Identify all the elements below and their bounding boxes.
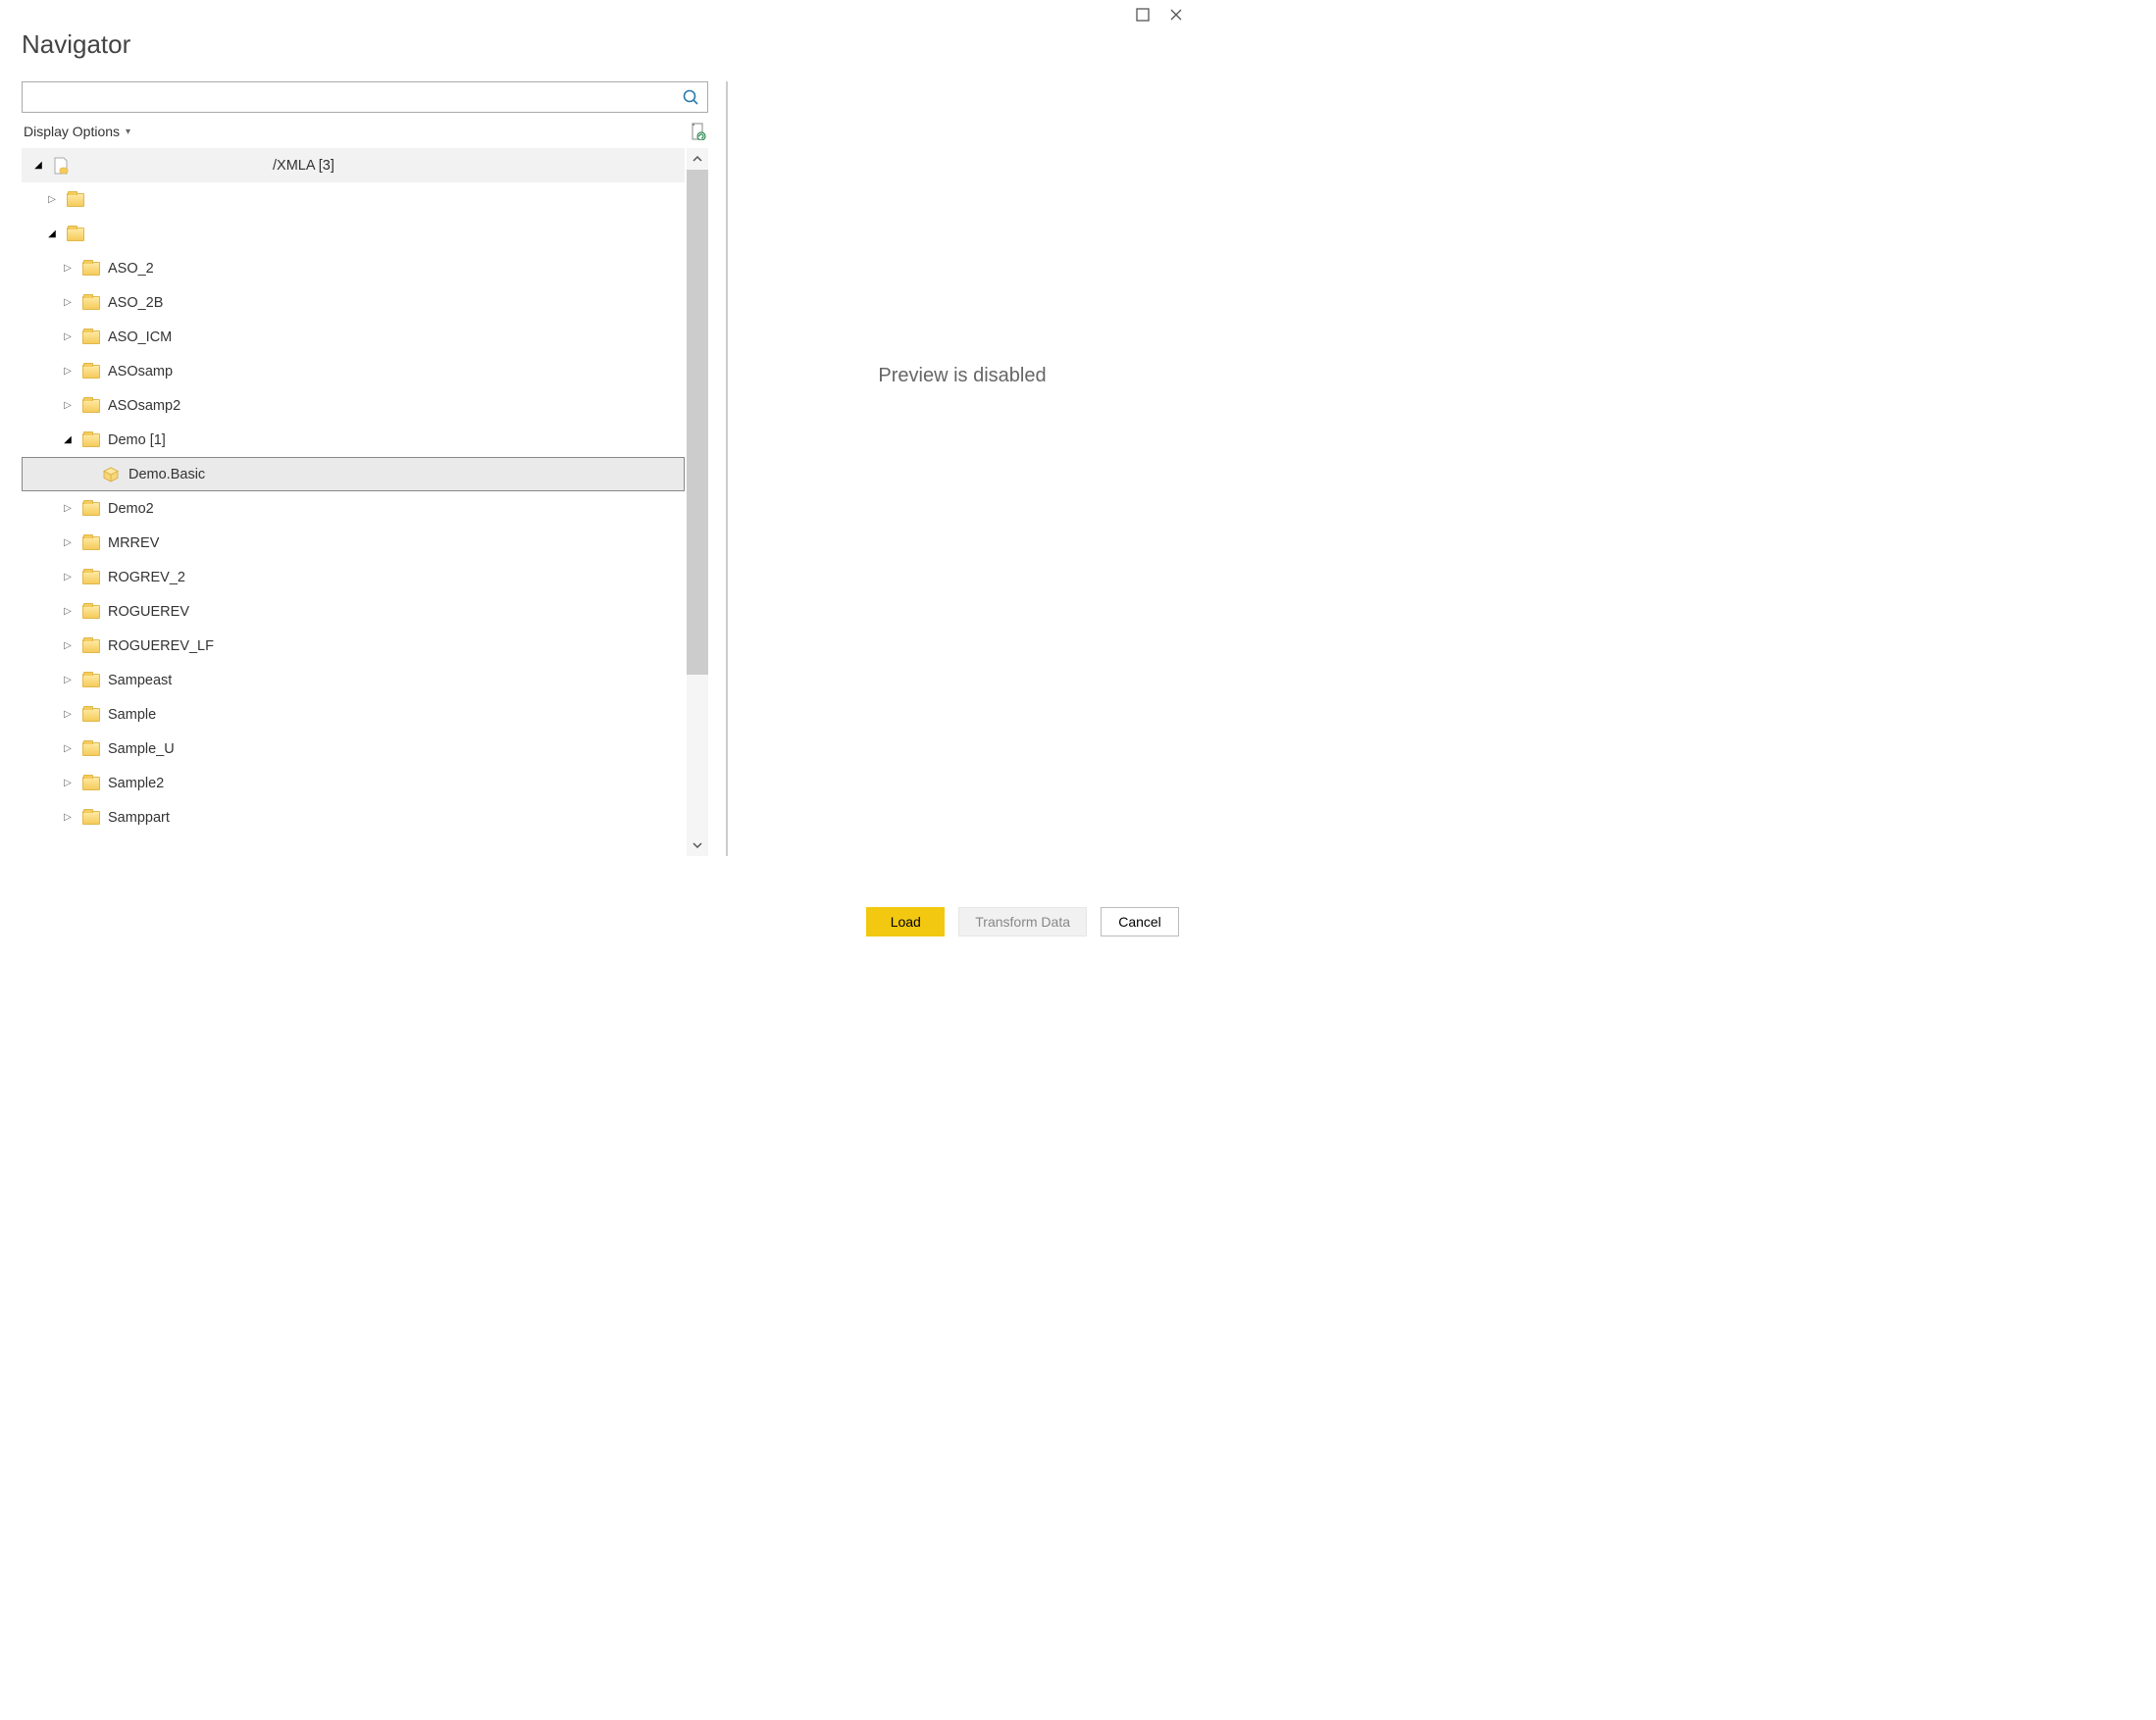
expander-icon[interactable] [61,709,75,720]
search-box[interactable] [22,81,708,113]
tree-item-label: Sample2 [108,776,164,791]
folder-icon [82,777,100,790]
tree-item[interactable]: MRREV [22,526,685,560]
tree-item-label: Samppart [108,810,170,826]
close-icon[interactable] [1169,8,1183,22]
tree-item[interactable]: ASO_ICM [22,320,685,354]
transform-data-button: Transform Data [958,907,1087,936]
tree-item-label: Sample_U [108,741,175,757]
folder-icon [82,330,100,344]
expander-icon[interactable] [61,778,75,788]
tree-item[interactable] [22,182,685,217]
search-icon[interactable] [682,88,699,106]
folder-icon [82,674,100,687]
tree-item[interactable]: Sample2 [22,766,685,800]
folder-icon [82,262,100,276]
expander-icon[interactable] [61,743,75,754]
tree-item-label: ROGUEREV_LF [108,638,214,654]
tree-item-label: ASO_ICM [108,329,172,345]
tree-item[interactable]: Sampeast [22,663,685,697]
tree-item-label: Demo.Basic [128,467,205,482]
tree-item[interactable]: ASOsamp2 [22,388,685,423]
expander-icon[interactable] [61,606,75,617]
folder-icon [82,605,100,619]
folder-icon [82,399,100,413]
preview-pane: Preview is disabled [745,81,1179,856]
expander-icon[interactable] [45,194,59,205]
tree-item-label: ROGUEREV [108,604,189,620]
folder-icon [67,228,84,241]
expander-icon[interactable] [61,297,75,308]
database-icon [53,157,69,175]
expander-icon[interactable] [61,812,75,823]
tree-item-label: ASOsamp2 [108,398,180,414]
expander-icon[interactable] [61,640,75,651]
dialog-title: Navigator [0,22,1201,81]
tree-item[interactable]: ASO_2 [22,251,685,285]
tree-item[interactable] [22,217,685,251]
folder-icon [82,536,100,550]
tree-item[interactable]: Samppart [22,800,685,835]
navigator-tree[interactable]: /XMLA [3] ASO_2 ASO_2B ASO_ICM ASOsamp ASOsa… [22,148,685,856]
expander-icon[interactable] [61,366,75,377]
tree-item-label: ROGREV_2 [108,570,185,585]
tree-root[interactable]: /XMLA [3] [22,148,685,182]
expander-icon[interactable] [31,160,45,171]
tree-item-label: MRREV [108,535,159,551]
expander-icon[interactable] [61,434,75,445]
scroll-up-button[interactable] [687,148,708,170]
tree-item[interactable]: Demo2 [22,491,685,526]
expander-icon[interactable] [61,400,75,411]
folder-icon [82,571,100,584]
maximize-icon[interactable] [1136,8,1150,22]
tree-item-label: ASOsamp [108,364,173,379]
folder-icon [67,193,84,207]
tree-item[interactable]: Sample [22,697,685,732]
tree-item[interactable]: ROGUEREV_LF [22,629,685,663]
cancel-button[interactable]: Cancel [1101,907,1179,936]
load-button[interactable]: Load [866,907,945,936]
display-options-dropdown[interactable]: Display Options ▾ [24,124,130,139]
tree-item-label: Sample [108,707,156,723]
tree-item[interactable]: ASOsamp [22,354,685,388]
search-input[interactable] [30,89,682,105]
tree-item-label: Sampeast [108,673,172,688]
tree-item-label: ASO_2 [108,261,154,277]
expander-icon[interactable] [61,537,75,548]
scroll-down-button[interactable] [687,835,708,856]
expander-icon[interactable] [45,228,59,239]
refresh-icon[interactable] [689,123,706,140]
tree-item-label: Demo [1] [108,432,166,448]
folder-icon [82,639,100,653]
folder-icon [82,365,100,379]
folder-icon [82,811,100,825]
tree-item[interactable]: Demo [1] [22,423,685,457]
scroll-thumb[interactable] [687,170,708,675]
tree-item-label: ASO_2B [108,295,163,311]
tree-item[interactable]: ASO_2B [22,285,685,320]
expander-icon[interactable] [61,572,75,582]
expander-icon[interactable] [61,263,75,274]
tree-root-label: /XMLA [3] [273,158,334,174]
expander-icon[interactable] [61,331,75,342]
display-options-label: Display Options [24,124,120,139]
folder-icon [82,742,100,756]
cube-icon [103,467,119,482]
tree-item[interactable]: Sample_U [22,732,685,766]
expander-icon[interactable] [61,675,75,685]
folder-icon [82,433,100,447]
tree-item-label: Demo2 [108,501,154,517]
tree-item[interactable]: ROGREV_2 [22,560,685,594]
folder-icon [82,296,100,310]
expander-icon[interactable] [61,503,75,514]
folder-icon [82,502,100,516]
pane-divider [726,81,728,856]
chevron-down-icon: ▾ [126,126,130,137]
preview-message: Preview is disabled [878,365,1046,387]
scrollbar[interactable] [687,148,708,856]
tree-item[interactable]: ROGUEREV [22,594,685,629]
folder-icon [82,708,100,722]
tree-item[interactable]: Demo.Basic [22,457,685,491]
